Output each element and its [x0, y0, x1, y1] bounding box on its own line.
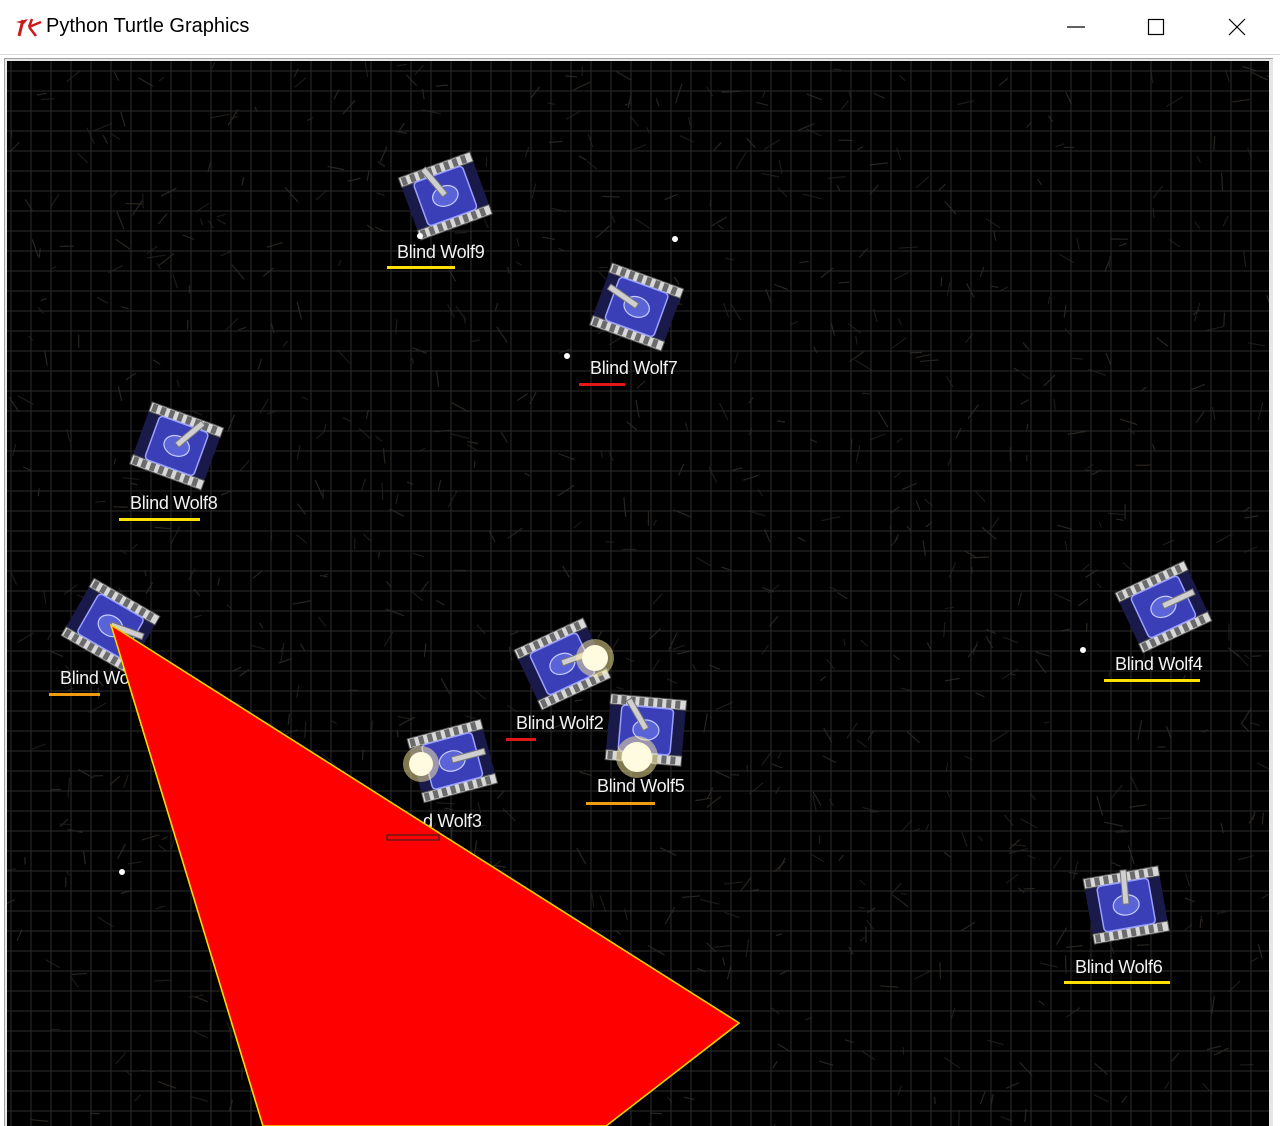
canvas-frame: Blind Wolf9 Blind Wolf7 Blind Wolf8 Blind W…	[4, 58, 1273, 1126]
health-bar	[1104, 679, 1200, 682]
tank-name-label: d Wolf3	[423, 811, 482, 832]
tank-name-label: Blind Wolf9	[397, 242, 484, 263]
window-title: Python Turtle Graphics	[46, 15, 249, 38]
bullet	[417, 233, 423, 239]
bullet	[672, 236, 678, 242]
tank-name-label: Blind Wolf8	[130, 493, 217, 514]
health-bar	[586, 802, 655, 805]
tank	[590, 263, 684, 351]
health-bar	[387, 835, 441, 842]
close-button[interactable]	[1198, 0, 1276, 54]
tank-name-label: Blind Wolf7	[590, 358, 677, 379]
tank	[398, 151, 492, 240]
health-bar	[49, 693, 100, 696]
muzzle-flash-core	[409, 752, 433, 776]
health-bar	[579, 383, 625, 386]
bullet	[119, 869, 125, 875]
bullet	[1080, 647, 1086, 653]
maximize-button[interactable]	[1117, 0, 1195, 54]
tank-name-label: Blind Wolf5	[597, 776, 684, 797]
tank-name-label: Blind Wolf2	[516, 713, 603, 734]
tank	[1083, 864, 1170, 944]
tank-name-label: Blind Wolf4	[1115, 654, 1202, 675]
health-bar	[119, 518, 200, 521]
tk-feather-icon	[14, 16, 42, 38]
tank	[130, 402, 224, 490]
bullet	[564, 353, 570, 359]
tank	[1115, 561, 1212, 653]
close-icon	[1227, 17, 1247, 37]
maximize-icon	[1146, 17, 1166, 37]
title-bar: Python Turtle Graphics	[0, 0, 1280, 55]
tank-name-label: Blind Wo	[60, 668, 129, 689]
tank-name-label: Blind Wolf6	[1075, 957, 1162, 978]
muzzle-flash-core	[582, 645, 608, 671]
minimize-button[interactable]	[1037, 0, 1115, 54]
health-bar	[1064, 981, 1170, 984]
minimize-icon	[1066, 17, 1086, 37]
health-bar	[387, 266, 455, 269]
health-bar	[506, 738, 536, 741]
muzzle-flash-core	[622, 742, 652, 772]
game-canvas[interactable]: Blind Wolf9 Blind Wolf7 Blind Wolf8 Blind W…	[7, 61, 1269, 1126]
